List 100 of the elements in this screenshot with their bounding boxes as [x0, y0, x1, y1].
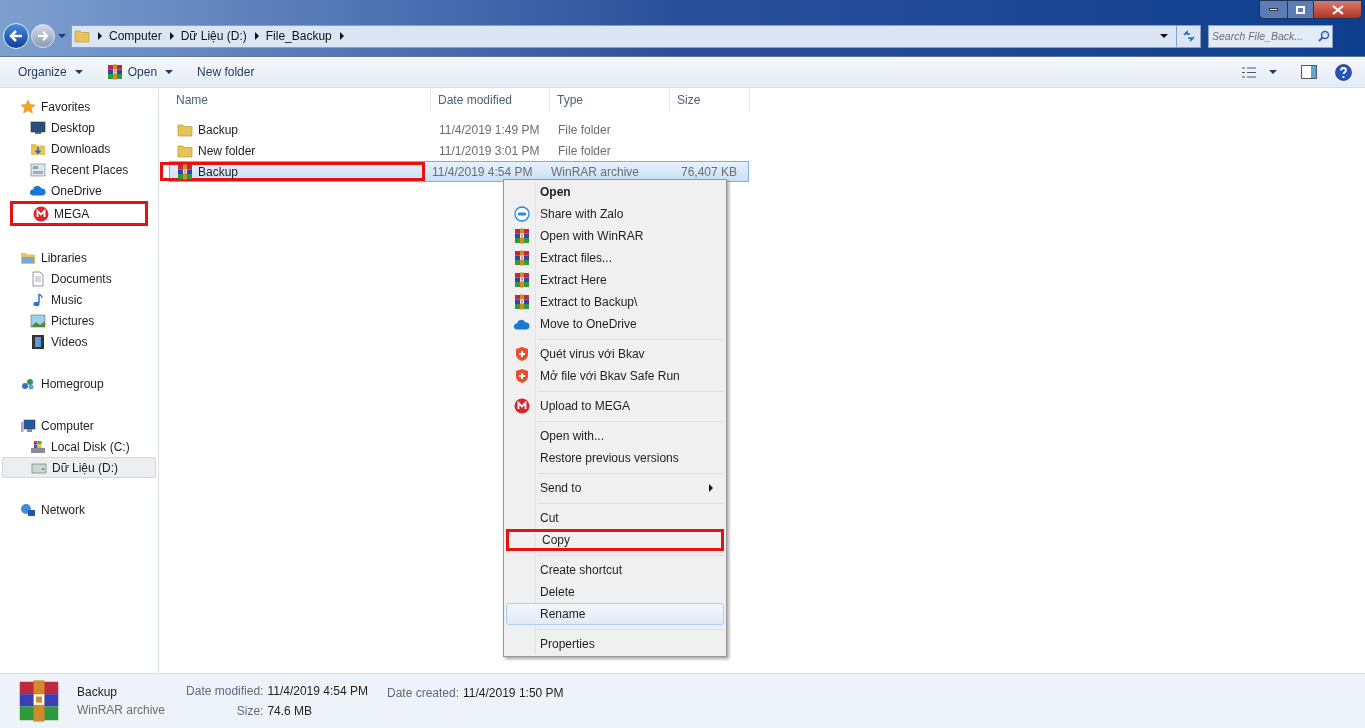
preview-pane-button[interactable]: [1299, 62, 1319, 82]
date-cell-text: 11/1/2019 3:01 PM: [438, 142, 541, 160]
column-header[interactable]: Size: [670, 88, 750, 112]
cloud-icon: [30, 185, 46, 196]
search-field[interactable]: Search File_Back...: [1208, 24, 1333, 48]
sidebar-item[interactable]: Recent Places: [0, 159, 158, 180]
breadcrumb[interactable]: Dữ Liệu (D:): [180, 27, 247, 45]
sidebar-item[interactable]: Computer: [0, 415, 158, 436]
dropdown-caret-icon[interactable]: [1160, 34, 1168, 38]
breadcrumb[interactable]: File_Backup: [265, 27, 332, 45]
field-label: Size:: [235, 703, 264, 720]
chat-bubble-icon: [514, 206, 530, 222]
menu-item[interactable]: Mở file với Bkav Safe Run: [506, 365, 724, 387]
breadcrumb[interactable]: Computer: [109, 27, 162, 45]
film-icon: [30, 333, 46, 350]
folder-icon: [177, 143, 193, 158]
cloud-icon: [514, 318, 530, 330]
file-row[interactable]: Backup 11/4/2019 1:49 PM File folder: [169, 119, 749, 140]
menu-item[interactable]: Quét virus với Bkav: [506, 343, 724, 365]
details-view-icon: [1241, 65, 1257, 79]
menu-item[interactable]: Share with Zalo: [506, 203, 724, 225]
menu-item[interactable]: Open with WinRAR: [506, 225, 724, 247]
menu-item[interactable]: Restore previous versions: [506, 447, 724, 469]
minimize-icon: [1269, 8, 1278, 11]
archive-icon: [514, 272, 530, 288]
archive-large-icon: [17, 679, 61, 723]
archive-icon: [177, 163, 193, 180]
menu-item[interactable]: Upload to MEGA: [506, 395, 724, 417]
restore-icon: [1296, 5, 1305, 14]
menu-item[interactable]: Extract to Backup\: [506, 291, 724, 313]
archive-icon: [514, 228, 530, 244]
menu-item[interactable]: Open with...: [506, 425, 724, 447]
chevron-icon[interactable]: [339, 32, 344, 40]
sidebar-item[interactable]: Downloads: [0, 138, 158, 159]
menu-item[interactable]: Copy: [506, 529, 724, 551]
column-header[interactable]: Date modified: [431, 88, 550, 112]
sidebar-item[interactable]: Homegroup: [0, 373, 158, 394]
file-name: New folder: [198, 142, 256, 160]
toolbar-button[interactable]: New folder: [189, 60, 263, 84]
search-icon: [1318, 29, 1330, 42]
sidebar-item[interactable]: Desktop: [0, 117, 158, 138]
sidebar-item[interactable]: Music: [0, 289, 158, 310]
archive-icon: [514, 294, 530, 310]
file-row[interactable]: New folder 11/1/2019 3:01 PM File folder: [169, 140, 749, 161]
mega-icon: [514, 398, 530, 414]
archive-icon: [514, 250, 530, 266]
sidebar-item[interactable]: Dữ Liệu (D:): [2, 457, 156, 478]
forward-arrow-icon: [37, 31, 49, 41]
menu-item[interactable]: Move to OneDrive: [506, 313, 724, 335]
menu-item[interactable]: Cut: [506, 507, 724, 529]
chevron-icon[interactable]: [254, 32, 259, 40]
back-arrow-icon: [9, 30, 23, 42]
sidebar-item[interactable]: Local Disk (C:): [0, 436, 158, 457]
date-cell-text: 11/4/2019 1:49 PM: [438, 121, 541, 139]
column-header[interactable]: Type: [550, 88, 670, 112]
recent-places-icon: [30, 161, 46, 178]
shield-icon: [515, 346, 529, 362]
folder-icon: [74, 29, 90, 43]
sidebar-item[interactable]: Pictures: [0, 310, 158, 331]
type-cell-text: WinRAR archive: [550, 163, 641, 181]
size-cell-text: 76,407 KB: [679, 163, 738, 181]
column-header[interactable]: Name: [169, 88, 431, 112]
help-button[interactable]: [1333, 62, 1353, 82]
menu-item[interactable]: Extract Here: [506, 269, 724, 291]
back-button[interactable]: [3, 23, 29, 49]
menu-item[interactable]: Properties: [506, 633, 724, 655]
sidebar-item[interactable]: Network: [0, 499, 158, 520]
menu-item[interactable]: Delete: [506, 581, 724, 603]
menu-item[interactable]: Send to: [506, 477, 724, 499]
close-button[interactable]: [1313, 1, 1361, 18]
sidebar-item[interactable]: OneDrive: [0, 180, 158, 201]
folder-icon: [177, 122, 193, 137]
menu-item[interactable]: Extract files...: [506, 247, 724, 269]
chevron-icon[interactable]: [169, 32, 174, 40]
toolbar-button[interactable]: Organize: [10, 60, 91, 84]
refresh-icon: [1181, 30, 1196, 42]
mega-icon: [33, 205, 49, 222]
menu-item[interactable]: Rename: [506, 603, 724, 625]
monitor-icon: [30, 119, 46, 136]
caret-icon: [165, 70, 174, 74]
toolbar-button[interactable]: Open: [98, 60, 182, 84]
menu-item[interactable]: Open: [506, 181, 724, 203]
archive-icon: [106, 64, 123, 80]
menu-item[interactable]: Create shortcut: [506, 559, 724, 581]
sidebar-item[interactable]: Videos: [0, 331, 158, 352]
sidebar-item[interactable]: Favorites: [0, 96, 158, 117]
shield-icon: [515, 368, 529, 384]
sidebar-item[interactable]: Documents: [0, 268, 158, 289]
file-name: Backup: [198, 163, 239, 181]
sidebar-item[interactable]: MEGA: [10, 201, 148, 226]
chevron-icon[interactable]: [98, 32, 102, 40]
picture-icon: [30, 312, 46, 329]
star-icon: [20, 98, 36, 115]
field-value: 74.6 MB: [267, 703, 314, 720]
field-label: Date modified:: [185, 683, 264, 700]
field-value: 11/4/2019 4:54 PM: [267, 683, 369, 700]
maximize-button[interactable]: [1287, 1, 1313, 18]
address-bar[interactable]: Computer Dữ Liệu (D:) File_Backup: [71, 24, 1201, 48]
type-cell-text: File folder: [557, 121, 612, 139]
sidebar-item[interactable]: Libraries: [0, 247, 158, 268]
